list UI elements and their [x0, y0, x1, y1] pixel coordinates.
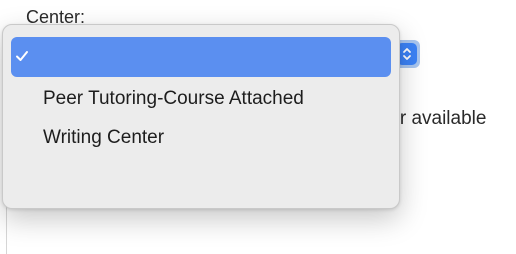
- dropdown-option-label: Writing Center: [43, 127, 165, 148]
- dropdown-option-peer-tutoring[interactable]: Peer Tutoring-Course Attached: [43, 88, 304, 110]
- dropdown-option-blank[interactable]: [11, 37, 391, 77]
- dropdown-option-label: Peer Tutoring-Course Attached: [43, 88, 304, 109]
- checkmark-icon: [15, 47, 29, 69]
- dropdown-option-writing-center[interactable]: Writing Center: [43, 127, 164, 149]
- updown-chevron-icon: [397, 43, 417, 65]
- center-dropdown-menu: Peer Tutoring-Course Attached Writing Ce…: [2, 24, 400, 209]
